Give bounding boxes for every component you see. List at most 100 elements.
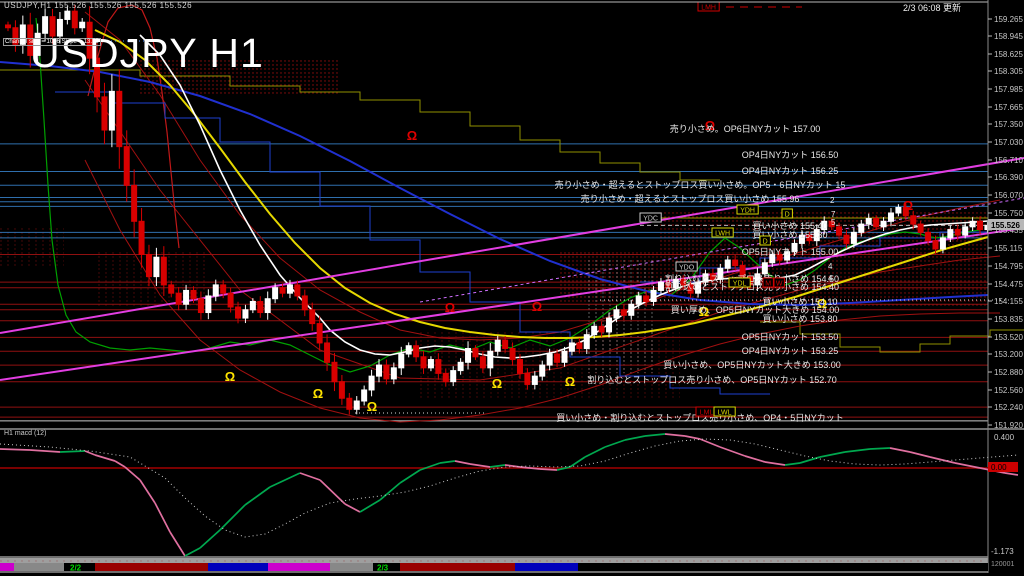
candle-body: [955, 230, 960, 236]
candle-body: [213, 285, 218, 296]
price-tick: 155.115: [994, 244, 1023, 253]
price-tick: 152.240: [994, 403, 1023, 412]
candle-body: [658, 282, 663, 290]
candle-body: [473, 348, 478, 356]
candle-body: [933, 241, 938, 249]
candle-body: [406, 346, 411, 354]
candle-body: [102, 97, 107, 130]
candle-body: [139, 221, 144, 254]
macd-main-line: [470, 464, 490, 467]
candle-body: [443, 373, 448, 381]
candle-body: [896, 207, 901, 213]
candle-body: [963, 227, 968, 235]
candle-body: [607, 318, 612, 332]
price-tick: 152.560: [994, 386, 1023, 395]
macd-main-line: [820, 452, 845, 457]
candle-body: [495, 340, 500, 351]
candle-body: [532, 376, 537, 384]
level-annotation: 買い小さめ 153.80: [762, 314, 837, 324]
candle-body: [584, 335, 589, 349]
candle-body: [287, 285, 292, 293]
macd-signal-line: [0, 439, 1018, 537]
macd-main-line: [0, 449, 30, 450]
subwindow-separator[interactable]: [0, 428, 1024, 430]
candle-body: [169, 285, 174, 293]
candle-body: [866, 219, 871, 225]
price-axis[interactable]: 159.265158.945158.625158.305157.985157.6…: [988, 15, 1024, 568]
macd-main-line: [380, 483, 400, 500]
candle-body: [510, 348, 515, 359]
level-annotation: OP5日NYカット 155.00: [742, 247, 839, 257]
current-price-value: 155.526: [991, 221, 1020, 230]
candle-body: [273, 288, 278, 299]
candle-body: [198, 299, 203, 313]
omega-signal: Ω: [313, 386, 323, 401]
macd-main-line: [360, 500, 380, 512]
macd-main-line: [95, 455, 115, 461]
candle-body: [859, 224, 864, 232]
candle-body: [978, 221, 983, 229]
candle-body: [280, 288, 285, 294]
symbol-ohlc-header: USDJPY,H1 155.526 155.526 155.526 155.52…: [4, 1, 192, 10]
omega-signal: Ω: [445, 300, 455, 315]
macd-scale-bottom: -1.173: [991, 547, 1014, 556]
macd-main-line: [170, 532, 185, 556]
last-update-time: 2/3 06:08 更新: [903, 1, 961, 14]
candle-body: [65, 11, 70, 19]
omega-signal: Ω: [367, 399, 377, 414]
tag-text: YDL: [733, 281, 747, 288]
candle-body: [911, 216, 916, 224]
price-tick: 158.945: [994, 32, 1023, 41]
candle-body: [72, 11, 77, 28]
tag-text: YDO: [679, 265, 695, 272]
price-tick: 156.390: [994, 173, 1023, 182]
session-segment: [330, 563, 373, 571]
price-tick: 157.665: [994, 103, 1023, 112]
candle-body: [80, 22, 85, 28]
price-tick: 156.710: [994, 156, 1023, 165]
macd-main-line: [490, 465, 505, 467]
price-tick: 154.475: [994, 280, 1023, 289]
tag-text: D: [785, 212, 790, 219]
price-tick: 157.030: [994, 138, 1023, 147]
candle-body: [124, 147, 129, 186]
macd-main-line: [540, 469, 557, 470]
price-tick: 159.265: [994, 15, 1023, 24]
candle-body: [547, 354, 552, 365]
macd-main-line: [720, 447, 745, 456]
level-annotation: OP5日NYカット 153.50: [742, 332, 839, 342]
level-annotation: OP4日NYカット 156.50: [742, 150, 839, 160]
macd-scale-extra: 120001: [991, 561, 1014, 568]
macd-main-line: [185, 548, 200, 556]
candle-body: [851, 232, 856, 243]
candle-body: [414, 346, 419, 357]
price-chart-canvas[interactable]: ΩΩΩΩΩΩΩΩΩΩΩΩ売り小さめ。OP6日NYカット 157.00OP4日NY…: [0, 0, 1024, 576]
candle-body: [6, 25, 11, 28]
candle-body: [399, 354, 404, 368]
level-annotation: OP4日NYカット 153.25: [742, 346, 839, 356]
session-segment: [578, 563, 988, 571]
macd-subwindow: [0, 434, 1018, 556]
price-tick: 153.835: [994, 315, 1023, 324]
count-digit: 4: [828, 262, 833, 271]
tag-text: LML: [700, 410, 714, 417]
macd-main-line: [585, 447, 605, 457]
tag-text: W: [776, 281, 783, 288]
omega-signal: Ω: [565, 374, 575, 389]
session-segment: [515, 563, 578, 571]
macd-main-line: [155, 503, 170, 532]
candle-body: [837, 227, 842, 235]
candle-body: [228, 293, 233, 307]
macd-main-line: [400, 470, 420, 483]
session-segment: [95, 563, 208, 571]
macd-main-line: [140, 480, 155, 503]
candle-body: [488, 351, 493, 368]
omega-signal: Ω: [492, 376, 502, 391]
candle-body: [295, 285, 300, 296]
tag-text: YDC: [643, 216, 658, 223]
macd-main-line: [605, 440, 625, 447]
candle-body: [184, 290, 189, 304]
count-digit: 4: [828, 274, 833, 283]
macd-main-line: [220, 505, 245, 530]
macd-main-line: [320, 480, 345, 504]
